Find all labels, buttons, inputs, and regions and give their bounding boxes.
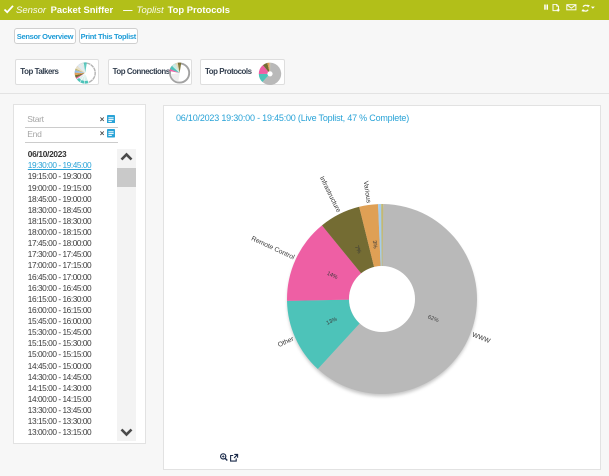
svg-text:3%: 3% [371, 240, 378, 249]
svg-text:Other: Other [277, 335, 296, 349]
svg-text:Remote Control: Remote Control [250, 235, 296, 261]
svg-text:Various: Various [362, 181, 372, 205]
svg-text:WWW: WWW [471, 332, 492, 346]
svg-text:Infrastructure: Infrastructure [318, 175, 342, 214]
